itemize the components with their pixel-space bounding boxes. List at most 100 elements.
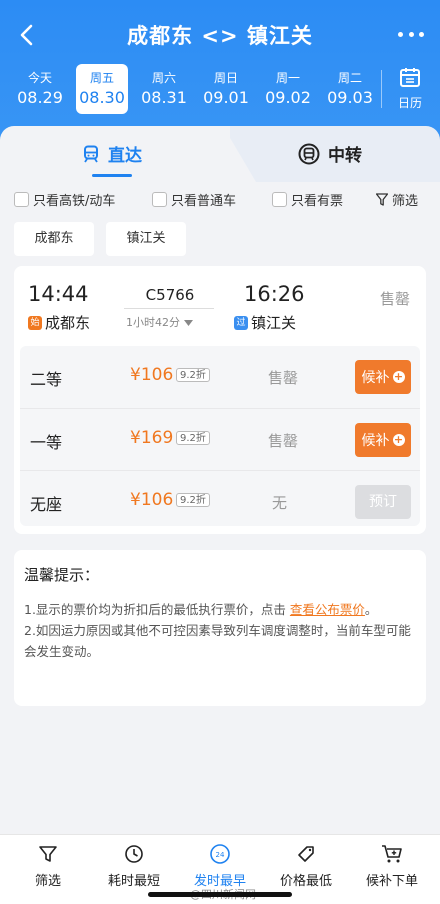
waitlist-button[interactable]: 候补 +: [355, 360, 411, 394]
seat-class: 一等: [30, 433, 63, 452]
bottom-shortest[interactable]: 耗时最短: [90, 843, 178, 889]
pass-badge: 过: [234, 315, 248, 330]
checkbox-label: 只看有票: [291, 194, 344, 209]
from-station: 始 成都东: [28, 312, 90, 333]
date-item-2[interactable]: 周六 08.31: [138, 64, 190, 114]
home-indicator: [148, 892, 292, 897]
tips-panel: 温馨提示： 1.显示的票价均为折扣后的最低执行票价，点击 查看公布票价。 2.如…: [14, 550, 426, 706]
start-badge: 始: [28, 315, 42, 330]
date-item-5[interactable]: 周二 09.03: [324, 64, 376, 114]
discount-badge: 9.2折: [176, 368, 210, 382]
checkbox-high-speed[interactable]: 只看高铁/动车: [14, 190, 115, 209]
checkbox-box[interactable]: [152, 192, 167, 207]
checkbox-label: 只看高铁/动车: [33, 194, 116, 209]
tip-1-text: 1.显示的票价均为折扣后的最低执行票价，点击: [24, 602, 290, 617]
bottom-label: 筛选: [34, 874, 61, 889]
seat-row-second: 二等 ¥106 9.2折 售罄 候补 +: [20, 346, 420, 408]
filter-button[interactable]: 筛选: [376, 190, 418, 209]
date-weekday: 周二: [337, 71, 362, 85]
date-item-4[interactable]: 周一 09.02: [262, 64, 314, 114]
seat-row-first: 一等 ¥169 9.2折 售罄 候补 +: [20, 408, 420, 470]
bottom-label: 耗时最短: [107, 874, 160, 889]
date-weekday: 周六: [151, 71, 176, 85]
date-value: 09.03: [327, 88, 373, 107]
checkbox-has-ticket[interactable]: 只看有票: [272, 190, 343, 209]
view-fare-link[interactable]: 查看公布票价: [290, 602, 365, 617]
seat-list: 二等 ¥106 9.2折 售罄 候补 + 一等 ¥169 9.2折 售罄 候补 …: [20, 346, 420, 526]
from-station-name: 成都东: [45, 314, 91, 332]
book-button[interactable]: 预订: [355, 485, 411, 519]
train-number: C5766: [145, 286, 195, 304]
plus-icon: +: [392, 433, 405, 446]
seat-class: 二等: [30, 370, 63, 389]
price-tag-icon: [298, 846, 314, 862]
duration-text: 1小时42分: [126, 316, 180, 329]
departure-time: 14:44: [28, 282, 89, 306]
date-value: 08.30: [79, 88, 125, 107]
seat-availability: 售罄: [268, 432, 299, 450]
tab-transfer-label-group[interactable]: 中转: [298, 141, 362, 166]
train-status: 售罄: [379, 290, 410, 308]
seat-availability: 无: [272, 494, 288, 512]
date-value: 09.01: [203, 88, 249, 107]
clock-icon: [125, 845, 143, 863]
bottom-earliest[interactable]: 24 发时最早: [176, 843, 264, 889]
waitlist-button[interactable]: 候补 +: [355, 423, 411, 457]
date-value: 09.02: [265, 88, 311, 107]
filter-icon: [39, 846, 57, 862]
tip-1-suffix: 。: [364, 602, 378, 617]
date-value: 08.31: [141, 88, 187, 107]
page-title: 成都东 <> 镇江关: [127, 24, 313, 48]
tab-active-indicator: [92, 174, 132, 177]
seat-row-standing: 无座 ¥106 9.2折 无 预订: [20, 470, 420, 532]
bottom-lowest-price[interactable]: 价格最低: [262, 843, 350, 889]
to-station-chip[interactable]: 镇江关: [106, 222, 186, 256]
checkbox-box[interactable]: [14, 192, 29, 207]
bottom-filter[interactable]: 筛选: [4, 843, 92, 889]
checkbox-box[interactable]: [272, 192, 287, 207]
tab-direct-label-group[interactable]: 直达: [82, 141, 142, 166]
tip-1: 1.显示的票价均为折扣后的最低执行票价，点击 查看公布票价。: [24, 599, 416, 620]
discount-badge: 9.2折: [176, 493, 210, 507]
arrival-time: 16:26: [244, 282, 305, 306]
seat-price: ¥106: [130, 490, 174, 510]
seat-class: 无座: [30, 495, 63, 514]
nav-bar: 成都东 <> 镇江关: [0, 14, 440, 58]
tab-direct-label: 直达: [108, 146, 142, 166]
calendar-button[interactable]: 日历: [392, 66, 428, 112]
divider: [381, 70, 382, 108]
bottom-label: 候补下单: [365, 874, 418, 889]
caret-down-icon: [183, 320, 193, 326]
duration[interactable]: 1小时42分: [126, 314, 193, 330]
filter-bar: 只看高铁/动车 只看普通车 只看有票 筛选: [14, 188, 426, 210]
bottom-waitlist-order[interactable]: 候补下单: [348, 843, 436, 889]
plus-icon: +: [392, 370, 405, 383]
to-station: 过 镇江关: [234, 312, 296, 333]
checkbox-label: 只看普通车: [171, 194, 237, 209]
seat-price: ¥106: [130, 365, 174, 385]
more-icon[interactable]: [398, 24, 424, 44]
date-item-3[interactable]: 周日 09.01: [200, 64, 252, 114]
date-weekday: 周一: [275, 71, 300, 85]
waitlist-label: 候补: [361, 433, 390, 449]
tips-title: 温馨提示：: [24, 566, 100, 584]
date-weekday: 周五: [89, 71, 114, 85]
checkbox-regular[interactable]: 只看普通车: [152, 190, 236, 209]
date-value: 08.29: [17, 88, 63, 107]
filter-icon: [376, 193, 388, 206]
svg-text:24: 24: [216, 851, 225, 859]
from-station-chip[interactable]: 成都东: [14, 222, 94, 256]
date-selector: 今天 08.29 周五 08.30 周六 08.31 周日 09.01 周一 0…: [14, 64, 380, 114]
cart-icon: [382, 845, 402, 863]
clock-24-icon: 24: [210, 844, 230, 864]
date-item-1[interactable]: 周五 08.30: [76, 64, 128, 114]
transfer-icon: [298, 143, 320, 164]
date-weekday: 今天: [27, 71, 52, 85]
date-item-0[interactable]: 今天 08.29: [14, 64, 66, 114]
calendar-icon: [400, 68, 420, 87]
bottom-label: 价格最低: [279, 874, 332, 889]
train-card[interactable]: 14:44 C5766 1小时42分 16:26 始 成都东 过 镇江关 售罄 …: [14, 266, 426, 534]
tip-2: 2.如因运力原因或其他不可控因素导致列车调度调整时，当前车型可能会发生变动。: [24, 623, 411, 659]
seat-price: ¥169: [130, 428, 174, 448]
date-weekday: 周日: [213, 71, 238, 85]
